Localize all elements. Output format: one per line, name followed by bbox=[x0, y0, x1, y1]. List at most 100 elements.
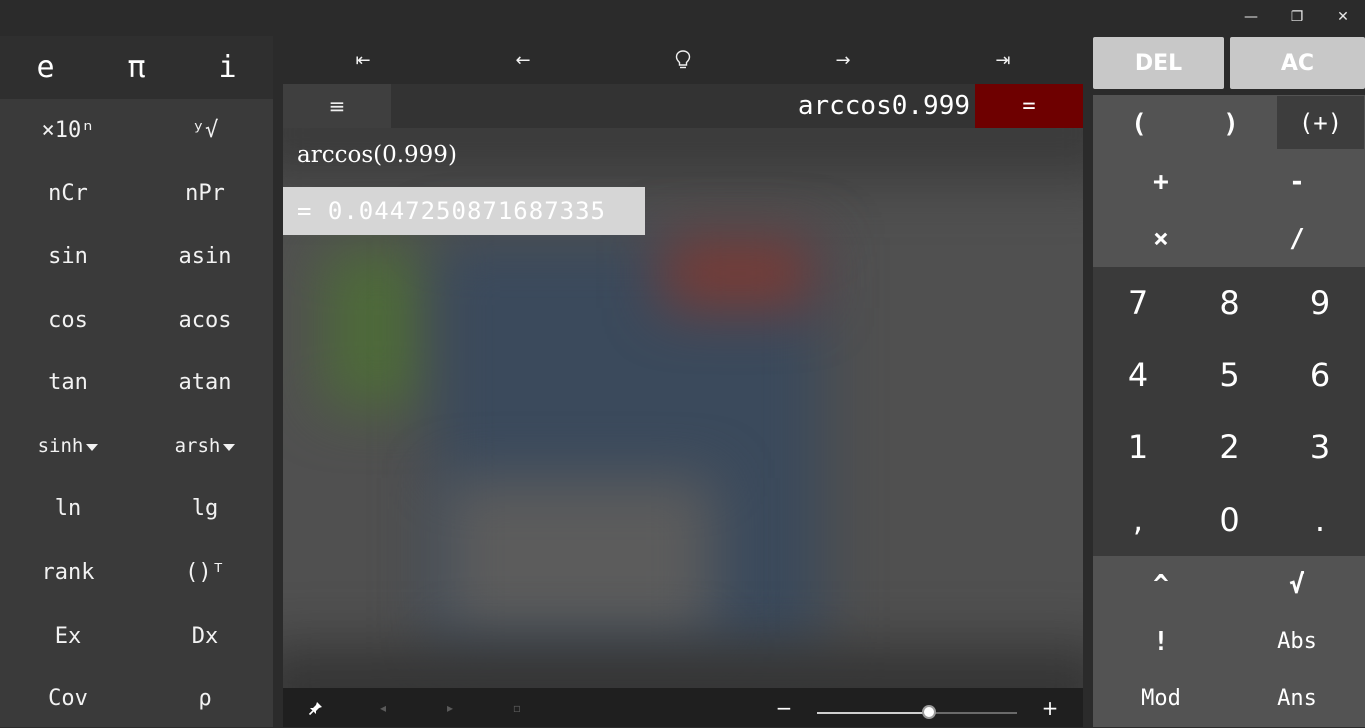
title-bar: — ❐ ✕ bbox=[0, 0, 1365, 36]
plus-key[interactable]: + bbox=[1093, 153, 1229, 211]
background-blur bbox=[323, 248, 433, 408]
input-row: ≡ arccos0.999 = bbox=[283, 84, 1083, 128]
keypad-panel: DEL AC ( ) (+) + - × / 7 8 9 4 5 6 1 2 3… bbox=[1093, 36, 1365, 727]
sinh-dropdown-button[interactable]: sinh bbox=[0, 416, 136, 476]
sinh-label: sinh bbox=[37, 435, 84, 457]
constant-pi-button[interactable]: π bbox=[91, 36, 182, 99]
digit-5-key[interactable]: 5 bbox=[1184, 339, 1275, 411]
pin-icon bbox=[308, 701, 322, 715]
background-blur bbox=[663, 238, 813, 308]
tan-button[interactable]: tan bbox=[0, 352, 136, 412]
go-forward-button[interactable]: → bbox=[763, 36, 923, 84]
digit-2-key[interactable]: 2 bbox=[1184, 411, 1275, 483]
zoom-slider[interactable] bbox=[817, 712, 1017, 714]
abs-key[interactable]: Abs bbox=[1229, 613, 1365, 670]
history-result[interactable]: = 0.0447250871687335 bbox=[283, 187, 645, 235]
go-last-icon: ⇥ bbox=[995, 49, 1011, 71]
cos-button[interactable]: cos bbox=[0, 290, 136, 350]
menu-button[interactable]: ≡ bbox=[283, 84, 391, 128]
nth-root-button[interactable]: ʸ√ bbox=[137, 100, 273, 160]
minimize-button[interactable]: — bbox=[1228, 0, 1274, 34]
history-expression[interactable]: arccos(0.999) bbox=[297, 142, 457, 168]
digit-6-key[interactable]: 6 bbox=[1275, 339, 1365, 411]
rank-button[interactable]: rank bbox=[0, 542, 136, 602]
bottom-bar: ◂ ▸ ▫ − + bbox=[283, 688, 1083, 727]
number-keys: 7 8 9 4 5 6 1 2 3 , 0 . bbox=[1093, 267, 1365, 556]
sin-button[interactable]: sin bbox=[0, 226, 136, 286]
rho-button[interactable]: ρ bbox=[137, 668, 273, 728]
chevron-down-icon bbox=[86, 444, 99, 451]
ln-button[interactable]: ln bbox=[0, 478, 136, 538]
previous-page-button[interactable]: ◂ bbox=[373, 688, 393, 727]
npr-button[interactable]: nPr bbox=[137, 163, 273, 223]
zoom-in-button[interactable]: + bbox=[1039, 688, 1061, 727]
ncr-button[interactable]: nCr bbox=[0, 163, 136, 223]
arrow-right-icon: → bbox=[835, 49, 851, 71]
square-root-key[interactable]: √ bbox=[1229, 556, 1365, 613]
main-area: ⇤ ← → ⇥ ≡ arccos0.999 = arccos(0.999) = … bbox=[283, 36, 1083, 727]
hint-button[interactable] bbox=[603, 36, 763, 84]
divide-key[interactable]: / bbox=[1229, 211, 1365, 267]
open-paren-key[interactable]: ( bbox=[1093, 95, 1185, 153]
background-blur bbox=[443, 478, 713, 638]
dx-button[interactable]: Dx bbox=[137, 606, 273, 666]
digit-0-key[interactable]: 0 bbox=[1184, 483, 1275, 556]
factorial-key[interactable]: ! bbox=[1093, 613, 1229, 670]
constant-e-button[interactable]: e bbox=[0, 36, 91, 99]
go-first-icon: ⇤ bbox=[355, 49, 371, 71]
digit-3-key[interactable]: 3 bbox=[1275, 411, 1365, 483]
function-panel: e π i ×10ⁿ ʸ√ nCr nPr sin asin cos acos … bbox=[0, 36, 273, 727]
go-first-button[interactable]: ⇤ bbox=[283, 36, 443, 84]
digit-1-key[interactable]: 1 bbox=[1093, 411, 1183, 483]
comma-key[interactable]: , bbox=[1093, 483, 1183, 556]
go-back-button[interactable]: ← bbox=[443, 36, 603, 84]
expression-input[interactable]: arccos0.999 bbox=[798, 84, 970, 128]
minimize-icon: — bbox=[1244, 9, 1258, 25]
close-icon: ✕ bbox=[1337, 9, 1349, 25]
digit-8-key[interactable]: 8 bbox=[1184, 267, 1275, 339]
operator-keys: ( ) (+) + - × / bbox=[1093, 95, 1365, 267]
ans-key[interactable]: Ans bbox=[1229, 670, 1365, 727]
ex-button[interactable]: Ex bbox=[0, 606, 136, 666]
decimal-point-key[interactable]: . bbox=[1275, 483, 1365, 556]
go-last-button[interactable]: ⇥ bbox=[923, 36, 1083, 84]
all-clear-button[interactable]: AC bbox=[1230, 37, 1365, 89]
arrow-left-icon: ← bbox=[515, 49, 531, 71]
minus-icon: − bbox=[775, 695, 793, 720]
next-page-button[interactable]: ▸ bbox=[440, 688, 460, 727]
equals-button[interactable]: = bbox=[975, 84, 1083, 128]
multiply-key[interactable]: × bbox=[1093, 211, 1229, 267]
acos-button[interactable]: acos bbox=[137, 290, 273, 350]
lg-button[interactable]: lg bbox=[137, 478, 273, 538]
caret-right-icon: ▸ bbox=[446, 700, 454, 715]
restore-icon: ❐ bbox=[1290, 9, 1304, 25]
close-button[interactable]: ✕ bbox=[1320, 0, 1365, 34]
cov-button[interactable]: Cov bbox=[0, 668, 136, 728]
asin-button[interactable]: asin bbox=[137, 226, 273, 286]
extra-function-keys: ^ √ ! Abs Mod Ans bbox=[1093, 556, 1365, 727]
digit-9-key[interactable]: 9 bbox=[1275, 267, 1365, 339]
delete-button[interactable]: DEL bbox=[1093, 37, 1224, 89]
mod-key[interactable]: Mod bbox=[1093, 670, 1229, 727]
arsh-dropdown-button[interactable]: arsh bbox=[137, 416, 273, 476]
transpose-button[interactable]: ()ᵀ bbox=[137, 542, 273, 602]
close-paren-key[interactable]: ) bbox=[1185, 95, 1277, 153]
zoom-slider-thumb[interactable] bbox=[922, 705, 936, 719]
restore-button[interactable]: ❐ bbox=[1274, 0, 1320, 34]
zoom-out-button[interactable]: − bbox=[773, 688, 795, 727]
trash-icon: ▫ bbox=[512, 700, 522, 715]
atan-button[interactable]: atan bbox=[137, 352, 273, 412]
history-toolbar: ⇤ ← → ⇥ bbox=[283, 36, 1083, 84]
digit-7-key[interactable]: 7 bbox=[1093, 267, 1183, 339]
history-workspace: arccos(0.999) = 0.0447250871687335 bbox=[283, 128, 1083, 688]
minus-key[interactable]: - bbox=[1229, 153, 1365, 211]
pin-button[interactable] bbox=[303, 688, 329, 727]
negate-key[interactable]: (+) bbox=[1277, 96, 1364, 149]
times-ten-power-button[interactable]: ×10ⁿ bbox=[0, 100, 136, 160]
digit-4-key[interactable]: 4 bbox=[1093, 339, 1183, 411]
chevron-down-icon bbox=[223, 444, 236, 451]
power-key[interactable]: ^ bbox=[1093, 556, 1229, 613]
constant-i-button[interactable]: i bbox=[182, 36, 273, 99]
lightbulb-icon bbox=[675, 50, 691, 69]
delete-entry-button[interactable]: ▫ bbox=[507, 688, 527, 727]
